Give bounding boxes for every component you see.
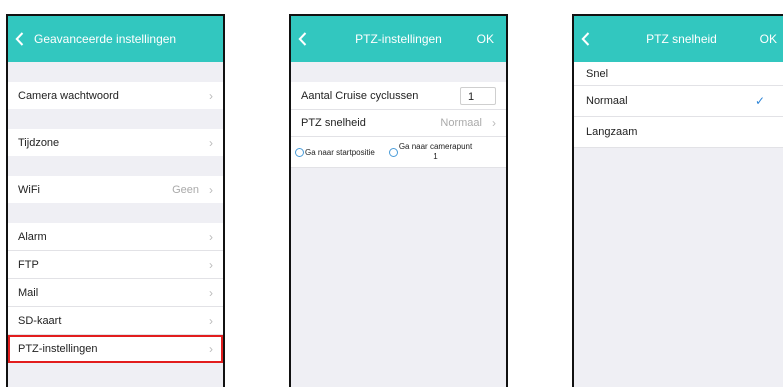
chevron-left-icon	[297, 32, 306, 46]
nav-bar: PTZ snelheid OK	[574, 16, 783, 62]
menu-item-label: Tijdzone	[18, 136, 60, 149]
radio-camera-point[interactable]: Ga naar camerapunt 1	[388, 142, 472, 162]
radio-camera-label-line1: Ga naar camerapunt	[398, 142, 473, 151]
menu-item-alarm[interactable]: Alarm ›	[8, 223, 223, 251]
advanced-settings-screen: Geavanceerde instellingen Camera wachtwo…	[6, 14, 225, 387]
ok-button[interactable]: OK	[477, 16, 494, 62]
menu-item-timezone[interactable]: Tijdzone ›	[8, 129, 223, 156]
chevron-left-icon	[14, 32, 23, 46]
page-title: PTZ snelheid	[646, 32, 717, 46]
radio-icon	[295, 147, 304, 157]
speed-option-fast[interactable]: Snel	[574, 62, 783, 86]
ptz-settings-screen: PTZ-instellingen OK Aantal Cruise cyclus…	[289, 14, 508, 387]
cruise-cycles-input[interactable]: 1	[460, 86, 496, 105]
page-title: PTZ-instellingen	[355, 32, 442, 46]
page-title: Geavanceerde instellingen	[34, 32, 177, 46]
ptz-speed-value: Normaal	[440, 117, 482, 129]
speed-option-label: Normaal	[586, 95, 628, 107]
menu-item-wifi[interactable]: WiFi Geen ›	[8, 176, 223, 203]
menu-item-ptz-settings[interactable]: PTZ-instellingen ›	[8, 335, 223, 363]
menu-item-label: PTZ-instellingen	[18, 342, 98, 355]
chevron-right-icon: ›	[209, 257, 213, 272]
chevron-right-icon: ›	[209, 285, 213, 300]
menu-item-camera-password[interactable]: Camera wachtwoord ›	[8, 82, 223, 109]
nav-bar: PTZ-instellingen OK	[291, 16, 506, 62]
back-button[interactable]	[574, 16, 596, 62]
radio-start-position[interactable]: Ga naar startpositie	[295, 147, 375, 157]
wifi-status-value: Geen	[172, 183, 199, 196]
chevron-right-icon: ›	[209, 135, 213, 150]
chevron-right-icon: ›	[492, 116, 496, 130]
menu-item-label: Alarm	[18, 230, 47, 243]
cruise-cycles-label: Aantal Cruise cyclussen	[301, 89, 419, 102]
chevron-right-icon: ›	[209, 182, 213, 197]
menu-item-label: SD-kaart	[18, 314, 62, 327]
radio-camera-label: Ga naar camerapunt 1	[399, 142, 472, 162]
menu-item-label: WiFi	[18, 183, 40, 196]
nav-bar: Geavanceerde instellingen	[8, 16, 223, 62]
speed-option-label: Snel	[586, 67, 609, 80]
ptz-speed-screen: PTZ snelheid OK Snel Normaal ✓ Langzaam	[572, 14, 783, 387]
radio-icon	[388, 148, 398, 157]
ptz-speed-label: PTZ snelheid	[301, 117, 366, 129]
back-button[interactable]	[291, 16, 313, 62]
chevron-right-icon: ›	[209, 313, 213, 328]
menu-item-mail[interactable]: Mail ›	[8, 279, 223, 307]
speed-option-normal[interactable]: Normaal ✓	[574, 86, 783, 117]
radio-start-label: Ga naar startpositie	[305, 147, 375, 157]
menu-item-label: Camera wachtwoord	[18, 89, 119, 102]
menu-item-label: Mail	[18, 286, 39, 299]
menu-item-sd-card[interactable]: SD-kaart ›	[8, 307, 223, 335]
speed-option-slow[interactable]: Langzaam	[574, 117, 783, 148]
position-options-row: Ga naar startpositie Ga naar camerapunt …	[291, 137, 506, 168]
menu-item-ftp[interactable]: FTP ›	[8, 251, 223, 279]
radio-camera-label-line2: 1	[433, 152, 438, 161]
cruise-cycles-row: Aantal Cruise cyclussen 1	[291, 82, 506, 110]
checkmark-icon: ✓	[754, 94, 765, 108]
back-button[interactable]	[8, 16, 30, 62]
ok-button[interactable]: OK	[760, 16, 777, 62]
speed-options-list: Snel Normaal ✓ Langzaam	[574, 62, 783, 148]
speed-option-label: Langzaam	[586, 126, 638, 138]
ptz-speed-row[interactable]: PTZ snelheid Normaal ›	[291, 110, 506, 137]
chevron-right-icon: ›	[209, 341, 213, 356]
menu-item-label: FTP	[18, 258, 39, 271]
chevron-right-icon: ›	[209, 88, 213, 103]
chevron-left-icon	[580, 32, 589, 46]
chevron-right-icon: ›	[209, 229, 213, 244]
